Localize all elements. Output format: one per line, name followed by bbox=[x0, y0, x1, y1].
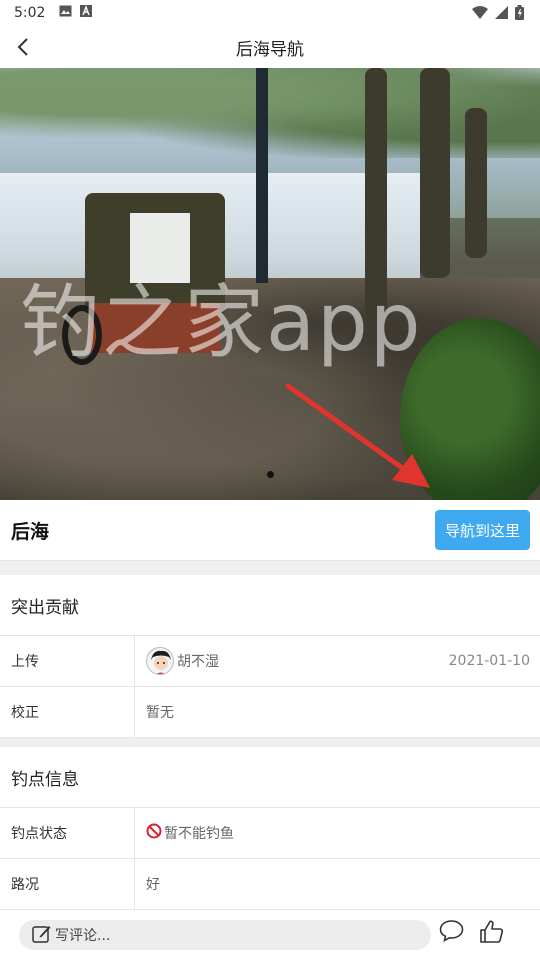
prohibited-icon bbox=[146, 823, 162, 843]
place-header: 后海 导航到这里 bbox=[0, 500, 540, 561]
spot-status-value: 暂不能钓鱼 bbox=[135, 808, 540, 858]
status-bar: 5:02 bbox=[0, 0, 540, 26]
avatar[interactable] bbox=[146, 647, 174, 675]
app-header: 后海导航 bbox=[0, 26, 540, 68]
navigate-here-button[interactable]: 导航到这里 bbox=[435, 510, 530, 550]
upload-label: 上传 bbox=[0, 636, 135, 686]
page-title: 后海导航 bbox=[236, 39, 304, 60]
back-arrow-icon bbox=[17, 38, 28, 56]
battery-icon bbox=[515, 5, 524, 24]
spot-info-section-title: 钓点信息 bbox=[0, 747, 540, 808]
spot-status-row: 钓点状态 暂不能钓鱼 bbox=[0, 808, 540, 859]
contribution-section-title: 突出贡献 bbox=[0, 575, 540, 636]
gallery-icon bbox=[59, 5, 72, 21]
uploader-name[interactable]: 胡不湿 bbox=[177, 651, 219, 671]
text-a-icon bbox=[80, 5, 93, 21]
upload-row: 上传 胡不湿 2021-01-10 bbox=[0, 636, 540, 687]
spot-status-label: 钓点状态 bbox=[0, 808, 135, 858]
spot-photo-carousel[interactable]: 钓之家app bbox=[0, 68, 540, 500]
user-avatar-icon bbox=[147, 648, 173, 674]
upload-value: 胡不湿 2021-01-10 bbox=[135, 636, 540, 686]
road-condition-row: 路况 好 bbox=[0, 859, 540, 910]
contribution-title-text: 突出贡献 bbox=[11, 597, 79, 618]
place-name: 后海 bbox=[11, 520, 50, 543]
comment-placeholder: 写评论... bbox=[55, 928, 111, 944]
red-arrow-icon bbox=[285, 383, 430, 488]
correction-row: 校正 暂无 bbox=[0, 687, 540, 738]
road-condition-value: 好 bbox=[146, 877, 160, 893]
carousel-dot bbox=[267, 471, 274, 478]
status-right bbox=[472, 5, 524, 24]
road-condition-label: 路况 bbox=[0, 859, 135, 909]
upload-date: 2021-01-10 bbox=[448, 653, 530, 669]
thumbs-up-icon[interactable] bbox=[479, 919, 504, 948]
comment-input[interactable]: 写评论... bbox=[19, 920, 431, 950]
back-button[interactable] bbox=[10, 34, 36, 60]
spot-info-title-text: 钓点信息 bbox=[11, 769, 79, 790]
signal-icon bbox=[495, 6, 508, 23]
spot-status-text: 暂不能钓鱼 bbox=[164, 826, 234, 842]
correction-value: 暂无 bbox=[146, 705, 174, 721]
section-divider bbox=[0, 738, 540, 747]
bottom-bar: 写评论... bbox=[0, 910, 540, 960]
wifi-icon bbox=[472, 6, 488, 23]
section-divider bbox=[0, 561, 540, 575]
status-time: 5:02 bbox=[14, 5, 46, 21]
comment-icon[interactable] bbox=[439, 919, 464, 947]
correction-label: 校正 bbox=[0, 687, 135, 737]
edit-icon bbox=[32, 924, 51, 947]
